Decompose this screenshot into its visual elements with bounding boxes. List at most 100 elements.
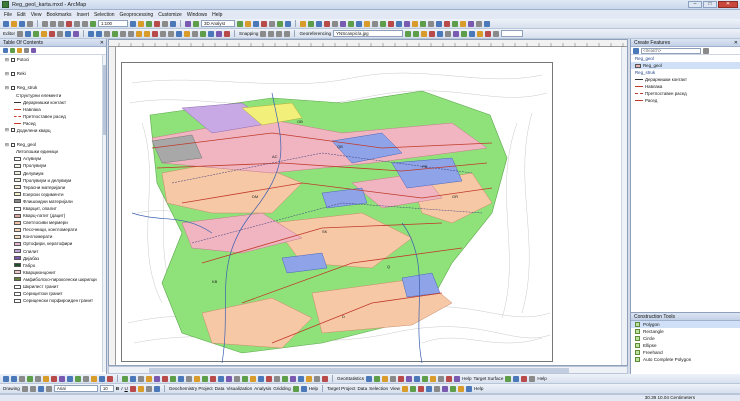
gridding-menu[interactable]: Gridding — [273, 386, 290, 391]
menu-file[interactable]: File — [4, 12, 12, 18]
view-menu[interactable]: View — [390, 386, 400, 391]
toc-icon[interactable] — [138, 20, 144, 27]
toc-row[interactable]: Шкрилест гранит — [2, 283, 106, 290]
tool-icon[interactable] — [146, 375, 152, 382]
georef-layer-combo[interactable]: YNScanpic/a.jpg — [333, 30, 404, 37]
3d-toggle-icon[interactable] — [193, 20, 199, 27]
toc-row[interactable]: Терасни материјали — [2, 184, 106, 191]
profile-graph-icon[interactable] — [261, 20, 267, 27]
visualization-menu[interactable]: Visualization — [226, 386, 252, 391]
zoom-out-icon[interactable] — [96, 30, 103, 37]
tool-icon[interactable] — [67, 375, 73, 382]
toc-row[interactable]: Кварцит, опалит — [2, 205, 106, 212]
line-of-sight-icon[interactable] — [253, 20, 259, 27]
tool-icon[interactable] — [372, 20, 378, 27]
template-item[interactable]: Reg_geol — [631, 62, 740, 69]
delete-icon[interactable] — [66, 20, 72, 27]
template-item[interactable]: Дерарнишки контакт — [631, 76, 740, 83]
tool-icon[interactable] — [258, 375, 264, 382]
tool-icon[interactable] — [300, 385, 307, 392]
tool-icon[interactable] — [356, 20, 362, 27]
menu-windows[interactable]: Windows — [187, 12, 207, 18]
globe-icon[interactable] — [285, 20, 291, 27]
tool-icon[interactable] — [409, 385, 416, 392]
organize-templates-icon[interactable] — [633, 47, 639, 54]
data-menu-2[interactable]: Data — [357, 386, 367, 391]
zoom-in-page-icon[interactable] — [3, 375, 9, 382]
data-menu[interactable]: Data — [215, 386, 225, 391]
tool-icon[interactable] — [332, 20, 338, 27]
layer-visibility-checkbox[interactable] — [10, 142, 15, 147]
add-data-icon[interactable] — [90, 20, 96, 27]
georeferencing-menu[interactable]: Georeferencing — [299, 31, 331, 36]
rotate-icon[interactable] — [405, 30, 412, 37]
toc-row[interactable]: Расед — [2, 120, 106, 127]
add-control-points-icon[interactable] — [429, 30, 436, 37]
edit-annotation-icon[interactable] — [25, 30, 32, 37]
tool-icon[interactable] — [390, 375, 397, 382]
catalog-icon[interactable] — [146, 20, 152, 27]
save-icon[interactable] — [19, 20, 25, 27]
zoom-out-page-icon[interactable] — [11, 375, 17, 382]
3d-layer-icon[interactable] — [185, 20, 191, 27]
interpolate-icon[interactable] — [269, 20, 275, 27]
tool-icon[interactable] — [422, 375, 429, 382]
geology-map[interactable]: OB QB PB DM SK Q KB D GR AC — [122, 63, 554, 364]
tool-icon[interactable] — [454, 375, 461, 382]
tool-icon[interactable] — [461, 30, 468, 37]
line-color-icon[interactable] — [145, 385, 152, 392]
find-icon[interactable] — [200, 30, 207, 37]
tool-icon[interactable] — [430, 375, 437, 382]
print-icon[interactable] — [27, 20, 33, 27]
tool-icon[interactable] — [404, 20, 410, 27]
toc-row[interactable]: Сериценски порфироиден гранит — [2, 297, 106, 304]
copy-icon[interactable] — [50, 20, 56, 27]
tool-icon[interactable] — [396, 20, 402, 27]
tool-icon[interactable] — [298, 375, 304, 382]
forward-icon[interactable] — [144, 30, 151, 37]
new-icon[interactable] — [3, 20, 9, 27]
tool-icon[interactable] — [130, 375, 136, 382]
tool-icon[interactable] — [99, 375, 105, 382]
edge-snap-icon[interactable] — [284, 30, 291, 37]
tool-icon[interactable] — [75, 375, 81, 382]
bold-button[interactable]: B — [116, 386, 119, 391]
scroll-thumb[interactable] — [149, 368, 569, 373]
tool-icon[interactable] — [441, 385, 448, 392]
close-icon[interactable]: ✕ — [100, 39, 104, 47]
toc-row[interactable]: Габро — [2, 262, 106, 269]
flag-icon[interactable] — [224, 30, 231, 37]
tool-icon[interactable] — [210, 375, 216, 382]
tool-icon[interactable] — [138, 375, 144, 382]
tool-icon[interactable] — [83, 375, 89, 382]
tool-icon[interactable] — [364, 20, 370, 27]
tool-icon[interactable] — [340, 20, 346, 27]
geostats-menu[interactable]: GeoStatistics — [337, 376, 364, 381]
zoom-in-icon[interactable] — [88, 30, 95, 37]
tool-icon[interactable] — [324, 20, 330, 27]
tool-icon[interactable] — [226, 375, 232, 382]
tool-icon[interactable] — [414, 375, 421, 382]
layer-visibility-checkbox[interactable] — [10, 71, 15, 76]
close-button[interactable]: ✕ — [718, 1, 738, 8]
point-snap-icon[interactable] — [260, 30, 267, 37]
selection-menu[interactable]: Selection — [369, 386, 388, 391]
underline-button[interactable]: U — [124, 386, 127, 391]
steepest-path-icon[interactable] — [245, 20, 251, 27]
tool-icon[interactable] — [425, 385, 432, 392]
map-horizontal-scrollbar[interactable] — [108, 366, 628, 374]
help-menu[interactable]: Help — [462, 376, 471, 381]
attributes-icon[interactable] — [73, 30, 80, 37]
python-icon[interactable] — [162, 20, 168, 27]
scroll-thumb[interactable] — [103, 65, 106, 135]
tool-icon[interactable] — [513, 375, 520, 382]
tool-icon[interactable] — [366, 375, 373, 382]
layer-visibility-checkbox[interactable] — [10, 85, 15, 90]
font-size-combo[interactable]: 10 — [99, 385, 114, 392]
scene-icon[interactable] — [277, 20, 283, 27]
go-to-xy-icon[interactable] — [208, 30, 215, 37]
font-combo[interactable]: Arial — [53, 385, 98, 392]
tool-icon[interactable] — [445, 30, 452, 37]
tool-icon[interactable] — [485, 30, 492, 37]
construction-tool-item[interactable]: Auto Complete Polygon — [631, 356, 740, 363]
